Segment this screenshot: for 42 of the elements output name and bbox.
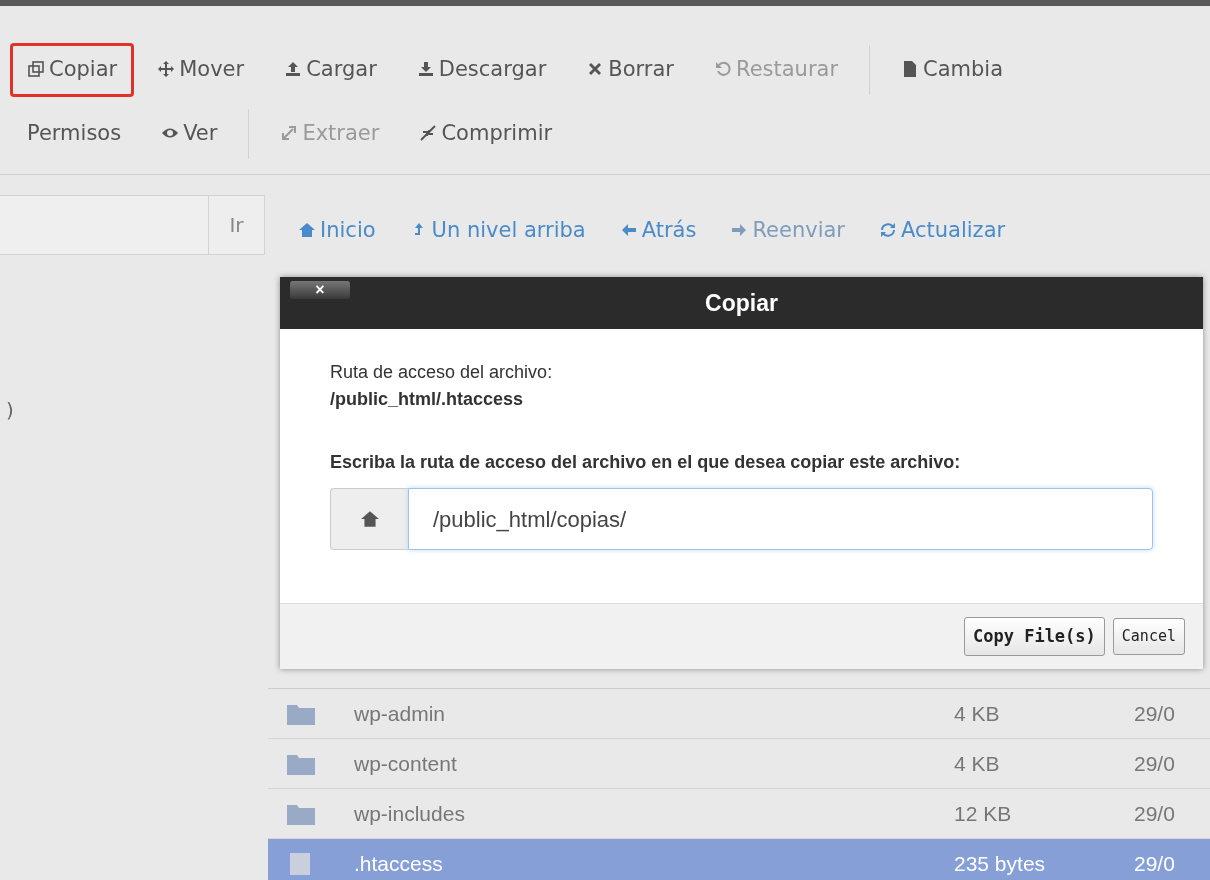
toolbar-button[interactable]: Comprimir: [402, 107, 570, 161]
home-icon: [298, 221, 316, 239]
toolbar-button[interactable]: Permisos: [10, 107, 139, 161]
copy-icon: [27, 60, 45, 79]
upload-icon: [284, 60, 303, 79]
toolbar-button[interactable]: Ver: [144, 107, 235, 161]
dialog-title: Copiar: [705, 288, 778, 318]
file-size: 4 KB: [954, 750, 1001, 777]
tree-text: ): [5, 397, 15, 424]
move-icon: [157, 60, 176, 79]
toolbar-button[interactable]: Cargar: [267, 43, 394, 97]
toolbar-button[interactable]: Mover: [140, 43, 262, 97]
toolbar-button[interactable]: Cambia: [884, 43, 1021, 97]
file-name: .htaccess: [353, 850, 444, 877]
file-date: 29/0: [1134, 850, 1175, 877]
file-row[interactable]: wp-admin 4 KB 29/0: [268, 689, 1210, 739]
file-name: wp-content: [353, 750, 458, 777]
toolbar-button[interactable]: Borrar: [569, 43, 691, 97]
compress-icon: [419, 124, 438, 143]
file-date: 29/0: [1134, 700, 1175, 727]
file-date: 29/0: [1134, 750, 1175, 777]
file-size: 4 KB: [954, 700, 1001, 727]
arrow-right-icon: [730, 221, 749, 239]
toolbar-button[interactable]: Copiar: [10, 43, 135, 97]
target-label: Escriba la ruta de acceso del archivo en el que desea copiar este archivo:: [330, 451, 962, 474]
file-name: wp-includes: [353, 800, 466, 827]
file-name: wp-admin: [353, 700, 447, 727]
file-date: 29/0: [1134, 800, 1175, 827]
expand-icon: [280, 124, 299, 143]
undo-icon: [714, 60, 732, 79]
close-button[interactable]: ×: [290, 281, 350, 299]
file-row[interactable]: wp-content 4 KB 29/0: [268, 739, 1210, 789]
source-path: /public_html/.htaccess: [330, 388, 525, 411]
copy-button[interactable]: Copy File(s): [964, 616, 1105, 657]
cancel-button[interactable]: Cancel: [1112, 618, 1185, 655]
toolbar-button[interactable]: Descargar: [399, 43, 564, 97]
source-label: Ruta de acceso del archivo:: [330, 361, 554, 384]
file-size: 12 KB: [954, 800, 1013, 827]
download-icon: [416, 60, 435, 79]
path-field[interactable]: /public_html/copias/: [408, 488, 1153, 550]
refresh-icon: [879, 221, 897, 239]
file-size: 235 bytes: [954, 850, 1047, 877]
